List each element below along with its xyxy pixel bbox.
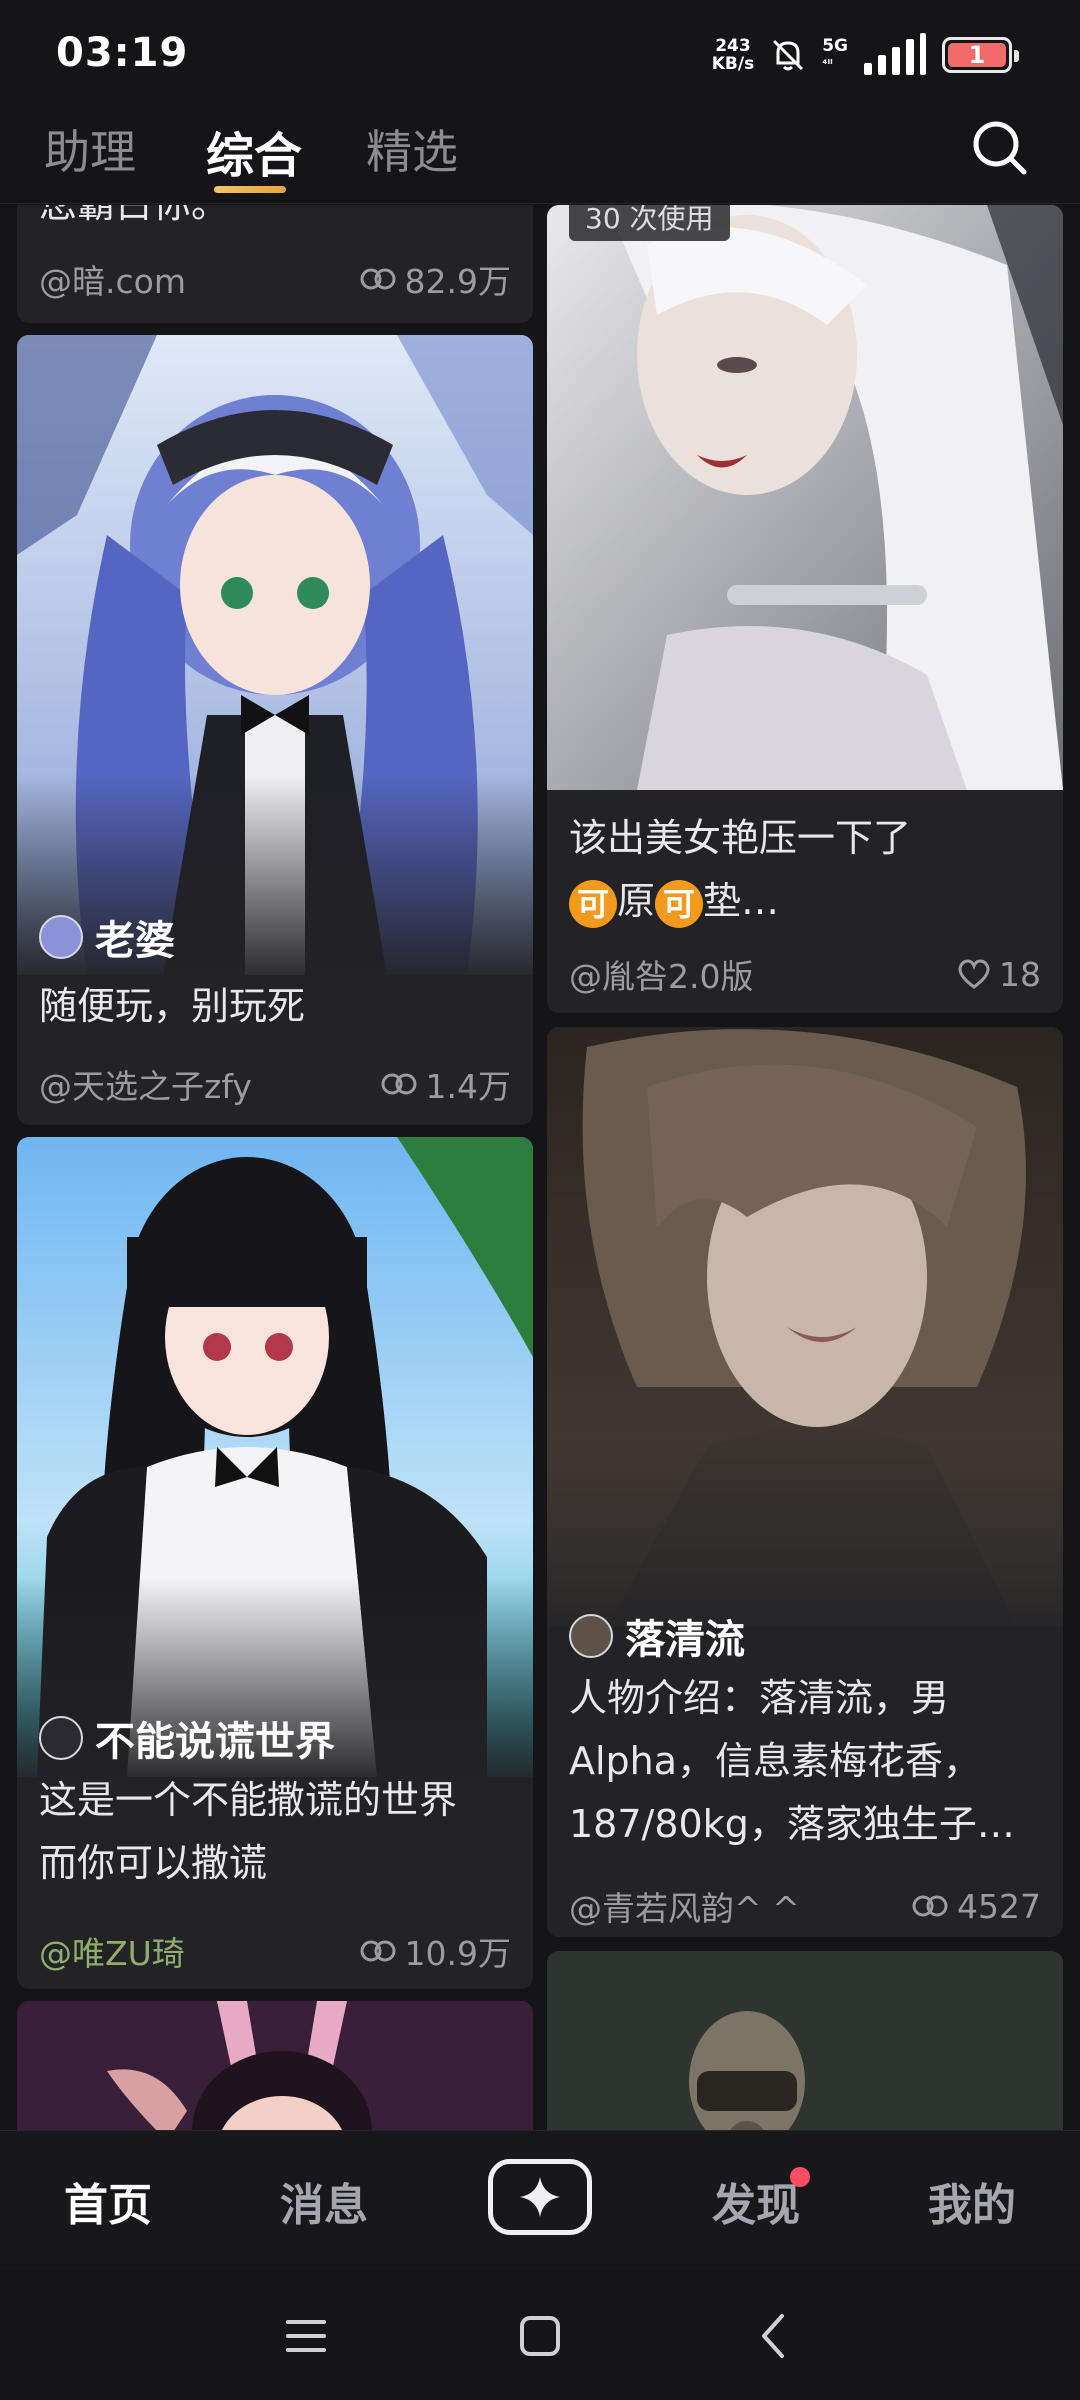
card-description: 人物介绍：落清流，男 Alpha，信息素梅花香， 187/80kg，落家独生子… [569, 1667, 1043, 1856]
sparkle-plus-icon [520, 2177, 560, 2217]
nav-home[interactable]: 首页 [64, 2169, 152, 2233]
search-icon[interactable] [968, 116, 1030, 178]
character-name: 老婆 [95, 918, 175, 964]
card-meta: @青若风韵^ ^ 4527 [569, 1882, 1041, 1930]
tab-comprehensive[interactable]: 综合 [206, 116, 302, 186]
system-nav-bar [0, 2270, 1080, 2400]
network-type-label: 5G [822, 36, 848, 56]
bell-muted-icon [773, 39, 804, 71]
battery-indicator: 1 [942, 37, 1019, 73]
bottom-nav: 首页 消息 发现 我的 [0, 2130, 1080, 2270]
card-description-line: 人物介绍：落清流，男 [569, 1676, 950, 1720]
card-author: @唯ZU琦 [39, 1934, 185, 1973]
heart-icon[interactable] [957, 959, 991, 989]
character-card[interactable]: 老婆 随便玩，别玩死 @天选之子zfy 1.4万 [17, 335, 533, 1125]
nav-me[interactable]: 我的 [928, 2169, 1016, 2233]
card-description: 随便玩，别玩死 [39, 984, 306, 1028]
card-usage-count: 1.4万 [425, 1067, 511, 1106]
back-icon[interactable] [748, 2310, 800, 2362]
card-meta: @天选之子zfy 1.4万 [39, 1060, 511, 1108]
eye-icon [360, 268, 396, 290]
card-usage-count: 4527 [957, 1886, 1041, 1926]
eye-icon [381, 1073, 417, 1095]
card-description-line: 187/80kg，落家独生子… [569, 1802, 1015, 1846]
home-square-icon[interactable] [514, 2310, 566, 2362]
card-meta: @胤咎2.0版 18 [569, 950, 1041, 998]
network-speed-value: 243 [715, 36, 751, 56]
character-name: 落清流 [625, 1617, 745, 1663]
card-author: @青若风韵^ ^ [569, 1889, 800, 1928]
status-time: 03:19 [56, 30, 189, 76]
signal-icon [864, 33, 926, 75]
usage-badge: 30 次使用 [569, 205, 730, 241]
top-tab-bar: 助理 综合 精选 [0, 110, 1080, 204]
character-name: 不能说谎世界 [95, 1719, 335, 1765]
card-description-line: 而你可以撒谎 [39, 1841, 268, 1885]
create-button[interactable] [488, 2159, 592, 2235]
card-description-line: 这是一个不能撒谎的世界 [39, 1778, 458, 1822]
character-portrait [547, 205, 1063, 790]
character-portrait [17, 2001, 533, 2130]
status-icons: 243 KB/s 5G ⁴ˡˡ 1 [712, 30, 1019, 80]
eye-icon [360, 1940, 396, 1962]
card-meta: @唯ZU琦 10.9万 [39, 1927, 511, 1975]
character-header: 不能说谎世界 [39, 1709, 335, 1767]
character-card[interactable] [547, 1951, 1063, 2130]
tab-assistant[interactable]: 助理 [44, 116, 136, 182]
card-description-line: Alpha，信息素梅花香， [569, 1739, 982, 1783]
card-usage-count: 82.9万 [404, 262, 511, 301]
character-avatar [569, 1614, 613, 1658]
card-description: 这是一个不能撒谎的世界 而你可以撒谎 [39, 1769, 513, 1895]
character-portrait [547, 1951, 1063, 2130]
nav-discover[interactable]: 发现 [712, 2169, 800, 2233]
network-speed-unit: KB/s [711, 54, 755, 74]
battery-level: 1 [968, 41, 986, 69]
emoji-icon: 可 [655, 879, 704, 928]
card-like-count: 18 [999, 954, 1041, 994]
character-card[interactable]: 落清流 人物介绍：落清流，男 Alpha，信息素梅花香， 187/80kg，落家… [547, 1027, 1063, 1937]
network-type: 5G ⁴ˡˡ [822, 37, 848, 73]
card-author: @胤咎2.0版 [569, 957, 754, 996]
card-meta: @暗.com 82.9万 [39, 255, 511, 303]
app-screen: 03:19 243 KB/s 5G ⁴ˡˡ 1 助理 综合 精选 @暗.com … [0, 0, 1080, 2400]
menu-icon[interactable] [280, 2310, 332, 2362]
card-description-line: 可原可垫… [569, 870, 1043, 933]
nav-messages[interactable]: 消息 [280, 2169, 368, 2233]
character-header: 老婆 [39, 908, 175, 966]
emoji-icon: 可 [569, 879, 617, 928]
character-card[interactable] [17, 2001, 533, 2130]
network-type-sub: ⁴ˡˡ [822, 57, 833, 71]
card-usage-count: 10.9万 [404, 1934, 511, 1973]
character-header: 落清流 [569, 1607, 745, 1665]
character-card[interactable]: 不能说谎世界 这是一个不能撒谎的世界 而你可以撒谎 @唯ZU琦 10.9万 [17, 1137, 533, 1989]
content-feed: 您霸占你。 @暗.com 82.9万 [0, 205, 1080, 2130]
tab-featured[interactable]: 精选 [366, 116, 458, 182]
status-bar: 03:19 243 KB/s 5G ⁴ˡˡ 1 [0, 0, 1080, 110]
notification-dot [790, 2167, 810, 2187]
character-avatar [39, 1716, 83, 1760]
character-avatar [39, 915, 83, 959]
card-description: 该出美女艳压一下了 可原可垫… [569, 807, 1043, 933]
active-tab-indicator [214, 186, 286, 193]
card-author: @暗.com [39, 262, 186, 301]
card-description: 您霸占你。 [39, 205, 513, 236]
card-description-line: 该出美女艳压一下了 [569, 816, 912, 860]
eye-icon [912, 1895, 948, 1917]
character-card[interactable]: 您霸占你。 @暗.com 82.9万 [17, 205, 533, 323]
card-author: @天选之子zfy [39, 1067, 252, 1106]
network-speed: 243 KB/s [712, 37, 754, 73]
character-card[interactable]: 30 次使用 该出美女艳压一下了 可原可垫… @胤咎2.0版 18 [547, 205, 1063, 1013]
